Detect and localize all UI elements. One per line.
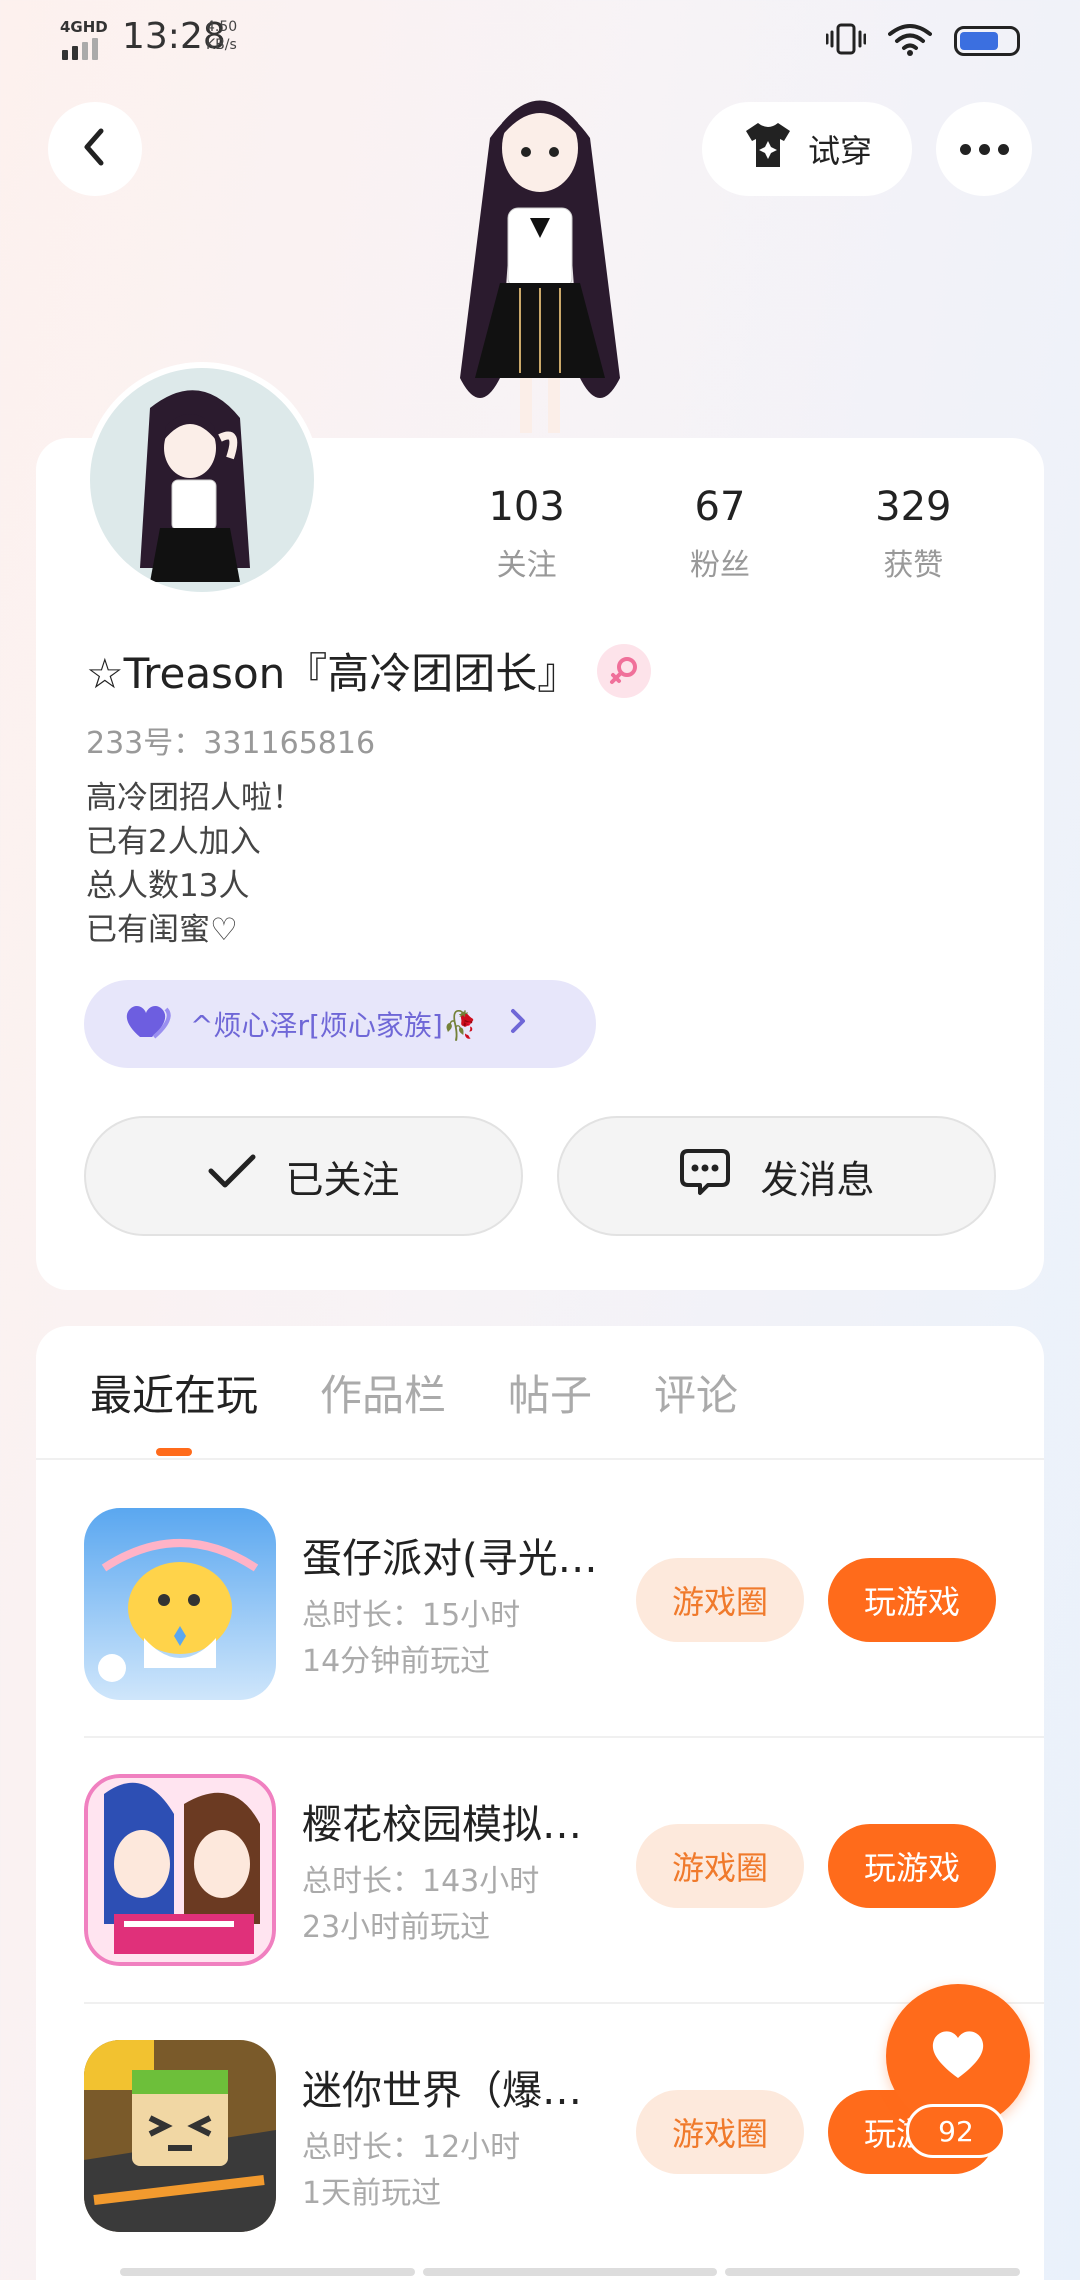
followed-button[interactable]: 已关注 <box>84 1116 523 1236</box>
chevron-right-icon <box>508 1007 528 1042</box>
game-last-played: 23小时前玩过 <box>302 1910 491 1945</box>
game-total-time: 总时长：12小时 <box>302 2130 521 2165</box>
game-last-played: 1天前玩过 <box>302 2176 442 2211</box>
game-title: 蛋仔派对(寻光… <box>302 1536 598 1582</box>
bio-line: 总人数13人 <box>86 868 250 904</box>
avatar[interactable] <box>84 362 320 598</box>
heart-icon <box>928 2028 988 2084</box>
network-type: 4GHD <box>60 18 108 36</box>
vibrate-icon <box>825 22 867 60</box>
nickname-row: ☆Treason『高冷团团长』 <box>86 640 652 701</box>
family-chip[interactable]: ^烦心泽r[烦心家族]🥀 <box>84 980 596 1068</box>
following-count: 103 <box>488 484 565 530</box>
stat-likes[interactable]: 329 获赞 <box>817 484 1010 584</box>
bio-line: 已有2人加入 <box>86 824 261 860</box>
game-title: 樱花校园模拟… <box>302 1802 582 1848</box>
user-id: 233号：331165816 <box>86 726 376 761</box>
game-circle-button[interactable]: 游戏圈 <box>636 2090 804 2174</box>
game-icon <box>84 1774 276 1966</box>
wifi-icon <box>888 22 932 60</box>
heart-icon <box>124 1001 174 1048</box>
game-circle-button[interactable]: 游戏圈 <box>636 1824 804 1908</box>
chevron-left-icon <box>77 127 113 171</box>
tab-comments[interactable]: 评论 <box>654 1362 738 1423</box>
tab-works[interactable]: 作品栏 <box>320 1362 446 1423</box>
stat-following[interactable]: 103 关注 <box>430 484 623 584</box>
game-title: 迷你世界（爆… <box>302 2068 582 2114</box>
profile-tabs: 最近在玩 作品栏 帖子 评论 <box>90 1362 738 1423</box>
fans-label: 粉丝 <box>689 548 750 583</box>
likes-label: 获赞 <box>883 548 944 583</box>
stat-fans[interactable]: 67 粉丝 <box>623 484 816 584</box>
game-icon <box>84 1508 276 1700</box>
tab-indicator <box>156 1448 192 1456</box>
more-button[interactable] <box>936 102 1032 196</box>
chat-bubble-icon <box>678 1147 732 1206</box>
character-figure <box>420 78 660 438</box>
fans-count: 67 <box>694 484 746 530</box>
game-last-played: 14分钟前玩过 <box>302 1644 491 1679</box>
game-icon <box>84 2040 276 2232</box>
try-on-button[interactable]: 试穿 <box>702 102 912 196</box>
action-buttons: 已关注 发消息 <box>84 1116 996 1236</box>
try-on-label: 试穿 <box>807 132 872 170</box>
game-total-time: 总时长：143小时 <box>302 1864 540 1899</box>
family-name: ^烦心泽r[烦心家族]🥀 <box>190 1009 478 1042</box>
game-row[interactable]: 樱花校园模拟… 总时长：143小时 23小时前玩过 游戏圈 玩游戏 <box>84 1774 1044 1968</box>
checkmark-icon <box>207 1153 257 1200</box>
status-bar: 4GHD 13:28 4.50 KB/s <box>0 0 1080 80</box>
game-row[interactable]: 蛋仔派对(寻光… 总时长：15小时 14分钟前玩过 游戏圈 玩游戏 <box>84 1508 1044 1702</box>
female-gender-icon <box>597 643 652 698</box>
bottom-edge <box>120 2268 1021 2276</box>
game-total-time: 总时长：15小时 <box>302 1598 521 1633</box>
bio: 高冷团招人啦！ 已有2人加入 总人数13人 已有闺蜜♡ <box>86 776 303 952</box>
likes-count: 329 <box>875 484 952 530</box>
divider <box>84 2002 1044 2004</box>
play-game-button[interactable]: 玩游戏 <box>828 1558 996 1642</box>
profile-stats: 103 关注 67 粉丝 329 获赞 <box>430 484 1010 584</box>
shirt-icon <box>742 121 794 177</box>
back-button[interactable] <box>48 102 142 196</box>
divider <box>84 1736 1044 1738</box>
signal-icon: 4GHD <box>58 18 108 60</box>
divider <box>36 1458 1044 1460</box>
like-count-badge: 92 <box>906 2104 1006 2158</box>
battery-icon <box>954 26 1020 56</box>
send-message-label: 发消息 <box>760 1157 875 1202</box>
game-circle-button[interactable]: 游戏圈 <box>636 1558 804 1642</box>
tab-recently-played[interactable]: 最近在玩 <box>90 1362 258 1423</box>
net-speed: 4.50 KB/s <box>206 19 238 53</box>
followed-label: 已关注 <box>285 1157 400 1202</box>
bio-line: 已有闺蜜♡ <box>86 912 238 948</box>
send-message-button[interactable]: 发消息 <box>557 1116 996 1236</box>
tab-posts[interactable]: 帖子 <box>508 1362 592 1423</box>
bio-line: 高冷团招人啦！ <box>86 780 303 816</box>
play-game-button[interactable]: 玩游戏 <box>828 1824 996 1908</box>
nickname: ☆Treason『高冷团团长』 <box>86 649 580 698</box>
following-label: 关注 <box>496 548 557 583</box>
